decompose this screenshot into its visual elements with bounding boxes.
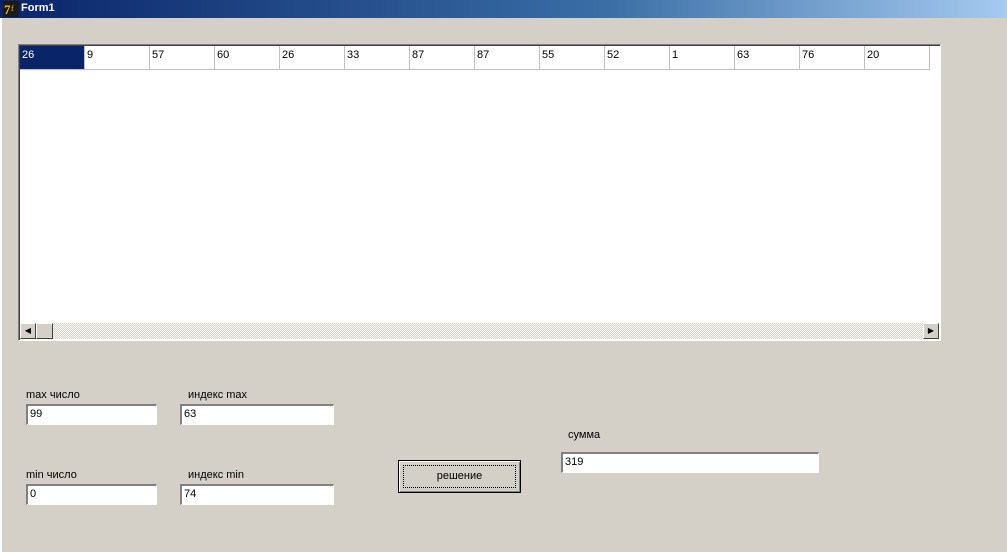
focus-rect (403, 465, 516, 488)
grid-cell[interactable]: 52 (605, 46, 670, 70)
min-number-field[interactable]: 0 (26, 484, 157, 505)
min-index-field[interactable]: 74 (180, 484, 334, 505)
grid-cell[interactable]: 63 (735, 46, 800, 70)
grid-cell[interactable]: 33 (345, 46, 410, 70)
solve-button[interactable]: решение (398, 460, 521, 493)
horizontal-scrollbar[interactable]: ◀ ▶ (20, 323, 939, 339)
scroll-left-icon[interactable]: ◀ (20, 323, 36, 339)
grid-cell[interactable]: 87 (410, 46, 475, 70)
min-index-label: индекс min (188, 469, 244, 481)
max-number-label: max число (26, 389, 80, 401)
scroll-thumb[interactable] (36, 323, 53, 339)
grid-cell[interactable]: 20 (865, 46, 930, 70)
scroll-right-icon[interactable]: ▶ (923, 323, 939, 339)
grid-cell[interactable]: 1 (670, 46, 735, 70)
sum-field[interactable]: 319 (561, 452, 819, 473)
grid-cell[interactable]: 57 (150, 46, 215, 70)
grid-cell[interactable]: 60 (215, 46, 280, 70)
grid-cell[interactable]: 9 (85, 46, 150, 70)
grid-cell[interactable]: 55 (540, 46, 605, 70)
title-bar[interactable]: 7 f Form1 (0, 0, 1007, 18)
app-icon[interactable]: 7 f (3, 1, 19, 17)
svg-text:f: f (11, 4, 14, 13)
max-index-field[interactable]: 63 (180, 404, 334, 425)
grid-cell[interactable]: 87 (475, 46, 540, 70)
grid-cell[interactable]: 26 (20, 46, 85, 70)
grid-cell[interactable]: 76 (800, 46, 865, 70)
sum-label: сумма (568, 429, 601, 441)
max-index-label: индекс max (188, 389, 248, 401)
svg-text:7: 7 (4, 2, 11, 17)
window-title: Form1 (21, 2, 55, 14)
grid-row: 26 9 57 60 26 33 87 87 55 52 1 63 76 20 (20, 46, 930, 70)
max-number-field[interactable]: 99 (26, 404, 157, 425)
string-grid[interactable]: 26 9 57 60 26 33 87 87 55 52 1 63 76 20 ◀ ▶ (18, 44, 941, 341)
min-number-label: min число (26, 469, 77, 481)
grid-cell[interactable]: 26 (280, 46, 345, 70)
